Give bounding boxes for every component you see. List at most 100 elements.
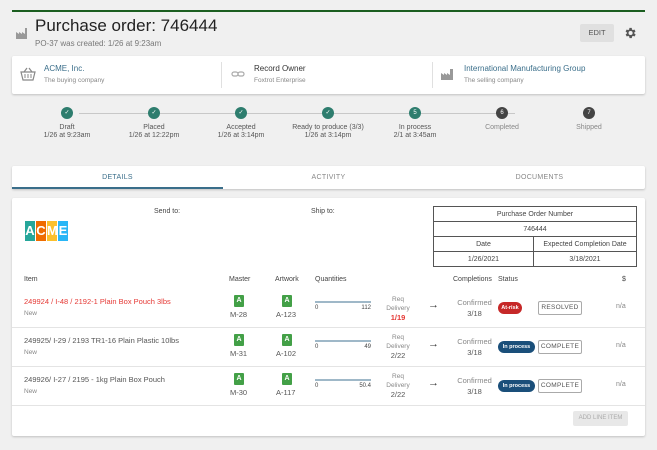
step-date: 1/26 at 3:14pm (217, 132, 265, 139)
step-date: 1/26 at 12:22pm (128, 132, 180, 139)
check-icon: ✓ (235, 107, 247, 119)
step-completed: 6 Completed (457, 107, 547, 131)
quantity-min: 0 (315, 305, 319, 311)
confirmed-label: Confirmed (457, 298, 492, 307)
step-shipped: 7 Shipped (544, 107, 634, 131)
column-header-completions: Completions (453, 276, 492, 283)
master-code: M-28 (230, 310, 248, 319)
table-row: 249926/ I-27 / 2195 - 1kg Plain Box Pouc… (12, 367, 645, 406)
confirmed-completion: Confirmed 3/18 (452, 336, 497, 358)
arrow-right-icon: → (428, 299, 439, 311)
req-label: Req (392, 334, 404, 341)
factory-icon (441, 69, 453, 80)
amount: n/a (616, 303, 626, 310)
po-date: 1/26/2021 (433, 251, 534, 267)
po-number: 746444 (433, 221, 637, 237)
step-date: 1/26 at 9:23am (43, 132, 91, 139)
confirmed-completion: Confirmed 3/18 (452, 297, 497, 319)
acme-logo: A CME (25, 221, 69, 241)
arrow-right-icon: → (428, 377, 439, 389)
column-header-amount: $ (622, 276, 626, 283)
po-summary-table: Purchase Order Number 746444 Date Expect… (433, 206, 637, 267)
step-date: 1/26 at 3:14pm (304, 132, 352, 139)
tab-activity[interactable]: ACTIVITY (223, 166, 434, 189)
req-label: Req (392, 373, 404, 380)
step-label: Ready to produce (3/3) (292, 124, 364, 131)
table-row: 249924 / I-48 / 2192-1 Plain Box Pouch 3… (12, 289, 645, 328)
master-approved-badge[interactable]: A (234, 295, 244, 307)
quantity-max: 112 (361, 305, 371, 311)
seller-name[interactable]: International Manufacturing Group (464, 64, 585, 73)
tab-bar: DETAILS ACTIVITY DOCUMENTS (12, 166, 645, 189)
artwork-code: A-102 (276, 349, 297, 358)
column-header-artwork: Artwork (275, 276, 299, 283)
artwork-approved-badge[interactable]: A (282, 373, 292, 385)
step-ready-to-produce: ✓ Ready to produce (3/3) 1/26 at 3:14pm (283, 107, 373, 139)
complete-button[interactable]: COMPLETE (538, 340, 582, 354)
item-status-text: New (24, 349, 38, 356)
item-status-text: New (24, 388, 38, 395)
order-progress-stepper: ✓ Draft 1/26 at 9:23am ✓ Placed 1/26 at … (12, 100, 645, 150)
req-label: Req (392, 296, 404, 303)
confirmed-label: Confirmed (457, 376, 492, 385)
status-badge: In process (498, 341, 535, 353)
step-accepted: ✓ Accepted 1/26 at 3:14pm (196, 107, 286, 139)
logo-letter: E (58, 221, 68, 241)
date-label: Date (433, 236, 534, 252)
step-number: 7 (583, 107, 595, 119)
step-number: 6 (496, 107, 508, 119)
resolved-button[interactable]: RESOLVED (538, 301, 582, 315)
po-number-label: Purchase Order Number (433, 206, 637, 222)
record-owner-value: Foxtrot Enterprise (254, 77, 306, 84)
tab-documents[interactable]: DOCUMENTS (434, 166, 645, 189)
page-header: Purchase order: 746444 PO-37 was created… (12, 12, 645, 56)
requested-delivery: Req Delivery 1/19 (382, 295, 414, 322)
item-link[interactable]: 249924 / I-48 / 2192-1 Plain Box Pouch 3… (24, 297, 171, 306)
confirmed-label: Confirmed (457, 337, 492, 346)
add-line-item-button[interactable]: ADD LINE ITEM (573, 411, 628, 426)
req-delivery-date: 2/22 (390, 351, 406, 360)
record-owner-label: Record Owner (254, 64, 306, 73)
master-approved-badge[interactable]: A (234, 334, 244, 346)
step-date: 2/1 at 3:45am (393, 132, 437, 139)
buyer-name[interactable]: ACME, Inc. (44, 64, 84, 73)
artwork-approved-badge[interactable]: A (282, 334, 292, 346)
check-icon: ✓ (61, 107, 73, 119)
link-icon (231, 71, 245, 77)
master-approved-badge[interactable]: A (234, 373, 244, 385)
item-status-text: New (24, 310, 38, 317)
artwork-code: A-123 (276, 310, 297, 319)
status-badge: At-risk (498, 302, 522, 314)
details-panel: A CME Send to: Ship to: Purchase Order Nu… (12, 198, 645, 436)
factory-icon (16, 28, 27, 39)
logo-letter: M (47, 221, 58, 241)
expected-completion-date: 3/18/2021 (533, 251, 637, 267)
item-link[interactable]: 249926/ I-27 / 2195 - 1kg Plain Box Pouc… (24, 375, 165, 384)
requested-delivery: Req Delivery 2/22 (382, 372, 414, 399)
complete-button[interactable]: COMPLETE (538, 379, 582, 393)
column-header-item: Item (24, 276, 38, 283)
quantity-progress-bar (315, 379, 371, 381)
quantity-max: 49 (364, 344, 371, 350)
delivery-label: Delivery (386, 382, 410, 389)
artwork-approved-badge[interactable]: A (282, 295, 292, 307)
step-number: 5 (409, 107, 421, 119)
status-badge: In process (498, 380, 535, 392)
edit-button[interactable]: EDIT (580, 24, 614, 42)
step-label: Draft (59, 124, 75, 131)
delivery-label: Delivery (386, 343, 410, 350)
item-link[interactable]: 249925/ I-29 / 2193 TR1-16 Plain Plastic… (24, 336, 179, 345)
gear-icon[interactable] (623, 26, 637, 40)
buyer-party: ACME, Inc. The buying company (12, 56, 222, 94)
step-label: Placed (143, 124, 165, 131)
logo-letter: A (25, 221, 35, 241)
step-placed: ✓ Placed 1/26 at 12:22pm (109, 107, 199, 139)
step-label: In process (398, 124, 432, 131)
column-header-master: Master (229, 276, 251, 283)
artwork-code: A-117 (276, 388, 296, 397)
check-icon: ✓ (322, 107, 334, 119)
step-draft: ✓ Draft 1/26 at 9:23am (22, 107, 112, 139)
master-code: M-31 (230, 349, 248, 358)
tab-details[interactable]: DETAILS (12, 166, 223, 189)
ship-to-label: Ship to: (311, 208, 335, 215)
